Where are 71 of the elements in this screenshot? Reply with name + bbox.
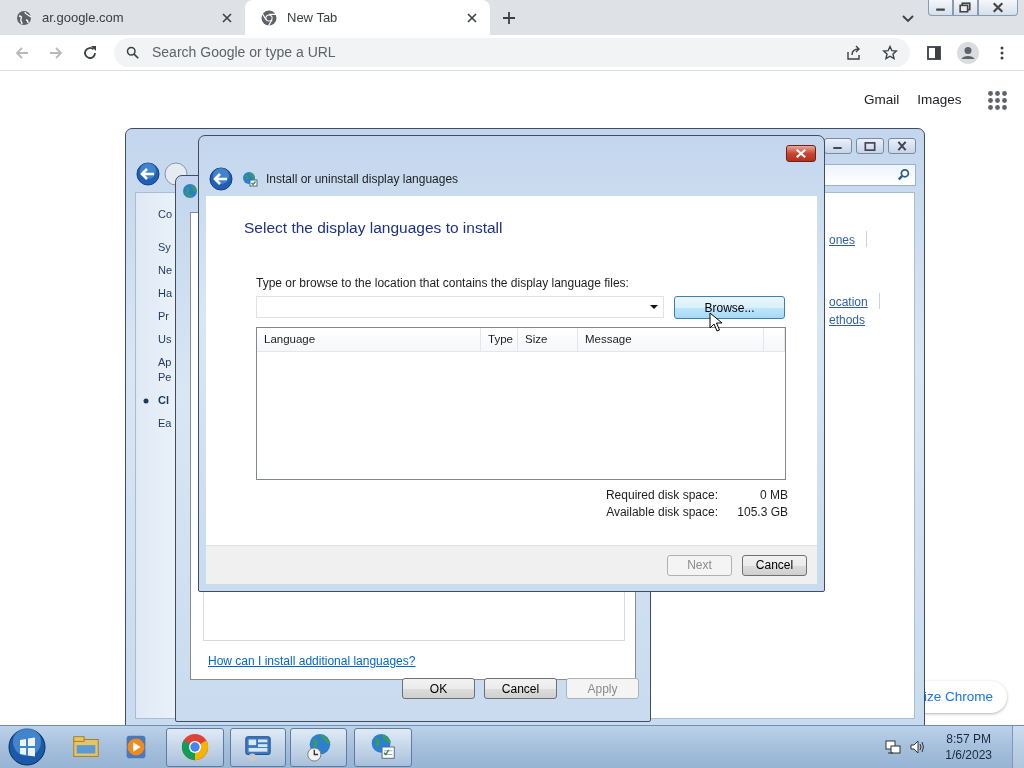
column-header[interactable]: Message (578, 328, 764, 353)
close-icon[interactable] (221, 11, 233, 24)
disk-space-value: 105.3 GB (736, 504, 788, 522)
nav-item[interactable]: Sy (158, 236, 173, 259)
restore-icon[interactable] (953, 0, 978, 16)
profile-avatar-icon[interactable] (957, 41, 979, 64)
caret-icon (650, 305, 658, 310)
globe-checklist-icon (242, 171, 258, 187)
close-icon[interactable] (888, 138, 916, 154)
clock-time[interactable]: 8:57 PM (945, 731, 992, 747)
close-icon[interactable] (466, 11, 478, 24)
nav-item[interactable]: Co (158, 203, 173, 226)
nav-item[interactable]: Us (158, 328, 173, 351)
nav-item[interactable]: Ha (158, 282, 173, 305)
start-button-icon[interactable] (8, 728, 46, 766)
help-link[interactable]: How can I install additional languages? (208, 652, 416, 670)
page-link[interactable]: Images (917, 90, 962, 111)
minimize-icon[interactable] (824, 138, 852, 154)
network-icon[interactable] (885, 739, 902, 755)
settings-link[interactable]: ones (829, 231, 856, 249)
page-heading: Select the display languages to install (244, 218, 504, 238)
chrome-logo-icon (180, 732, 210, 762)
nav-item[interactable]: Ne (158, 259, 173, 282)
taskbar-button[interactable] (354, 727, 412, 767)
nav-item[interactable]: Pr (158, 305, 173, 328)
close-icon[interactable] (978, 0, 1018, 16)
taskbar-button[interactable] (230, 727, 286, 767)
browser-tab[interactable]: New Tab (245, 0, 490, 35)
column-header (764, 328, 785, 353)
dialog-button[interactable]: Cancel (484, 678, 557, 699)
nav-item[interactable]: Ea (158, 412, 173, 435)
globe-icon (182, 183, 198, 199)
chrome-logo-icon (261, 9, 277, 26)
maximize-icon[interactable] (856, 138, 884, 154)
globe-icon (16, 9, 32, 26)
bullet-icon (143, 398, 149, 404)
clock-date[interactable]: 1/6/2023 (945, 747, 992, 763)
column-header[interactable]: Type (481, 328, 518, 353)
disk-space-label: Available disk space: (606, 504, 718, 522)
disk-space-label: Required disk space: (605, 487, 718, 505)
close-icon[interactable] (786, 145, 816, 162)
address-bar[interactable]: Search Google or type a URL (114, 38, 910, 67)
window-title: Install or uninstall display languages (266, 171, 459, 188)
share-icon[interactable] (846, 44, 862, 61)
nav-item[interactable]: Cl (158, 389, 173, 412)
address-input[interactable]: Search Google or type a URL (150, 41, 836, 64)
search-icon (126, 45, 140, 60)
browse-button[interactable]: Browse... (674, 296, 785, 320)
chevron-down-icon[interactable] (902, 15, 914, 23)
taskbar-button[interactable] (166, 727, 224, 767)
customize-button[interactable]: ize Chrome (924, 681, 1008, 713)
reload-icon[interactable] (82, 44, 98, 61)
dialog-button[interactable]: Cancel (742, 554, 807, 576)
settings-link[interactable]: ethods (829, 311, 868, 329)
page-link[interactable]: Gmail (864, 90, 900, 111)
disk-space-value: 0 MB (759, 487, 788, 505)
new-tab-icon[interactable] (502, 11, 516, 25)
taskbar-button[interactable] (290, 727, 347, 767)
column-header[interactable]: Size (518, 328, 578, 353)
apps-grid-icon[interactable] (987, 90, 1007, 110)
star-icon[interactable] (882, 44, 898, 61)
volume-icon[interactable] (909, 739, 926, 755)
search-icon (897, 168, 911, 182)
browser-tab[interactable]: ar.google.com (0, 0, 245, 35)
minimize-icon[interactable] (928, 0, 953, 16)
column-header[interactable]: Language (257, 328, 481, 353)
side-panel-icon[interactable] (926, 44, 942, 61)
dialog-button[interactable]: OK (402, 678, 475, 699)
field-label: Type or browse to the location that contains the display language files: (256, 275, 630, 293)
settings-link[interactable]: ocation (829, 293, 868, 311)
nav-item[interactable]: Ap Pe (158, 351, 173, 389)
